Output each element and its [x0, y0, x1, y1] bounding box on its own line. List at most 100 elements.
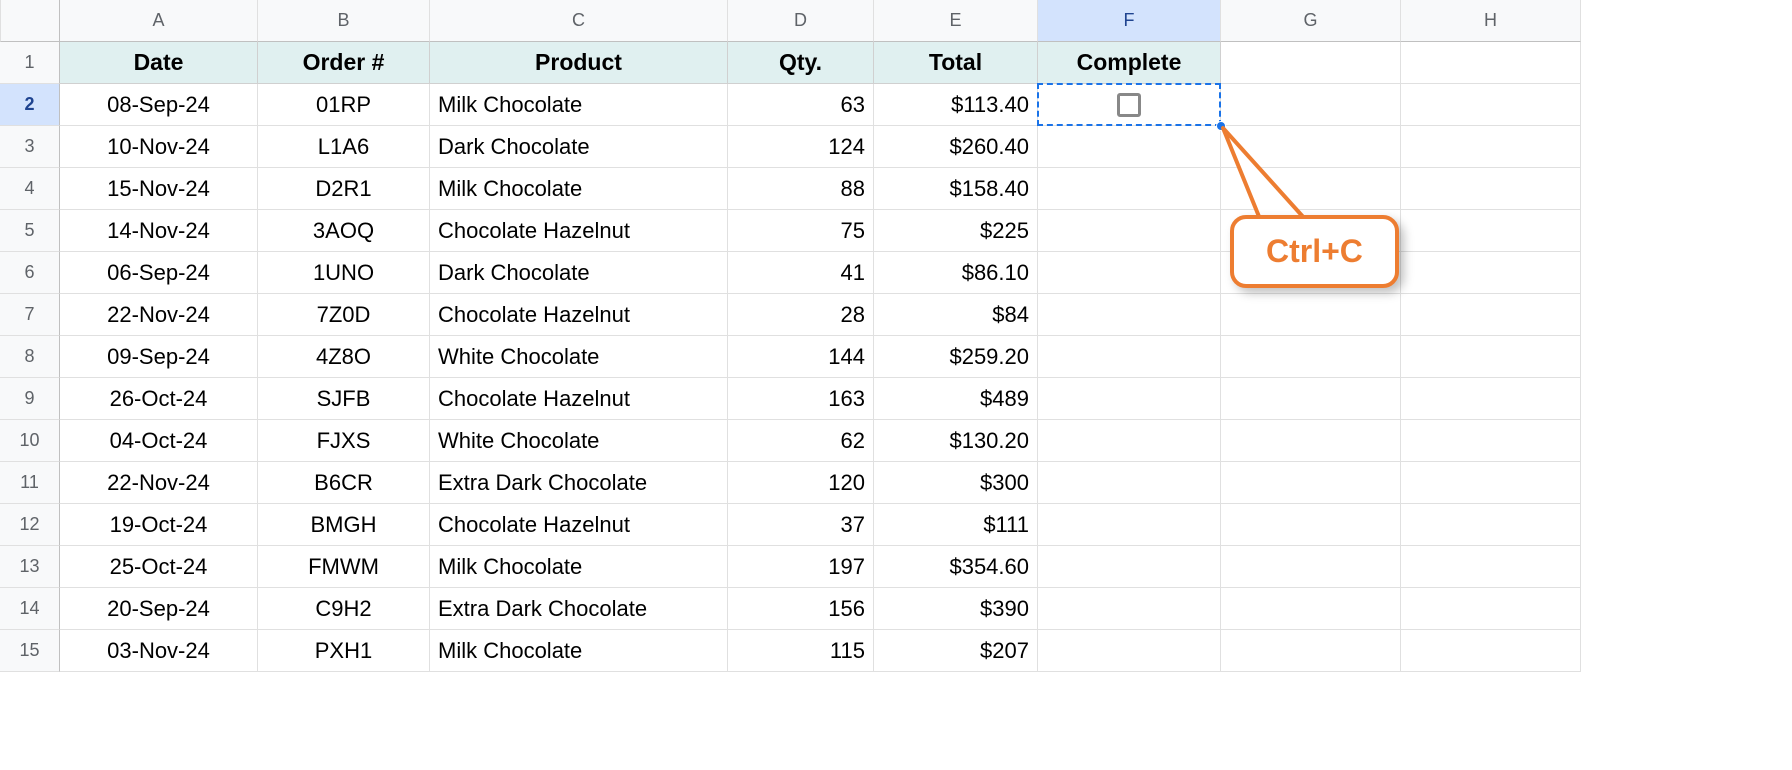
- column-header-H[interactable]: H: [1401, 0, 1581, 42]
- cell-B4[interactable]: D2R1: [258, 168, 430, 210]
- cell-H6[interactable]: [1401, 252, 1581, 294]
- cell-A15[interactable]: 03-Nov-24: [60, 630, 258, 672]
- cell-C5[interactable]: Chocolate Hazelnut: [430, 210, 728, 252]
- cell-G3[interactable]: [1221, 126, 1401, 168]
- cell-E15[interactable]: $207: [874, 630, 1038, 672]
- cell-F13[interactable]: [1038, 546, 1221, 588]
- cell-C1[interactable]: Product: [430, 42, 728, 84]
- cell-B11[interactable]: B6CR: [258, 462, 430, 504]
- cell-C10[interactable]: White Chocolate: [430, 420, 728, 462]
- cell-H10[interactable]: [1401, 420, 1581, 462]
- cell-A6[interactable]: 06-Sep-24: [60, 252, 258, 294]
- cell-E9[interactable]: $489: [874, 378, 1038, 420]
- cell-H5[interactable]: [1401, 210, 1581, 252]
- cell-D14[interactable]: 156: [728, 588, 874, 630]
- cell-B14[interactable]: C9H2: [258, 588, 430, 630]
- cell-B13[interactable]: FMWM: [258, 546, 430, 588]
- row-header-7[interactable]: 7: [0, 294, 60, 336]
- cell-A4[interactable]: 15-Nov-24: [60, 168, 258, 210]
- row-header-6[interactable]: 6: [0, 252, 60, 294]
- cell-B8[interactable]: 4Z8O: [258, 336, 430, 378]
- cell-B12[interactable]: BMGH: [258, 504, 430, 546]
- cell-D12[interactable]: 37: [728, 504, 874, 546]
- cell-E12[interactable]: $111: [874, 504, 1038, 546]
- cell-G4[interactable]: [1221, 168, 1401, 210]
- cell-A14[interactable]: 20-Sep-24: [60, 588, 258, 630]
- cell-E13[interactable]: $354.60: [874, 546, 1038, 588]
- cell-D13[interactable]: 197: [728, 546, 874, 588]
- cell-E6[interactable]: $86.10: [874, 252, 1038, 294]
- cell-D2[interactable]: 63: [728, 84, 874, 126]
- cell-F10[interactable]: [1038, 420, 1221, 462]
- cell-A2[interactable]: 08-Sep-24: [60, 84, 258, 126]
- cell-H13[interactable]: [1401, 546, 1581, 588]
- cell-D4[interactable]: 88: [728, 168, 874, 210]
- cell-H3[interactable]: [1401, 126, 1581, 168]
- cell-D15[interactable]: 115: [728, 630, 874, 672]
- cell-F8[interactable]: [1038, 336, 1221, 378]
- cell-B6[interactable]: 1UNO: [258, 252, 430, 294]
- cell-C7[interactable]: Chocolate Hazelnut: [430, 294, 728, 336]
- cell-G15[interactable]: [1221, 630, 1401, 672]
- cell-B3[interactable]: L1A6: [258, 126, 430, 168]
- row-header-12[interactable]: 12: [0, 504, 60, 546]
- cell-H15[interactable]: [1401, 630, 1581, 672]
- cell-C9[interactable]: Chocolate Hazelnut: [430, 378, 728, 420]
- cell-G9[interactable]: [1221, 378, 1401, 420]
- cell-G1[interactable]: [1221, 42, 1401, 84]
- row-header-1[interactable]: 1: [0, 42, 60, 84]
- cell-C15[interactable]: Milk Chocolate: [430, 630, 728, 672]
- cell-D9[interactable]: 163: [728, 378, 874, 420]
- cell-E11[interactable]: $300: [874, 462, 1038, 504]
- row-header-9[interactable]: 9: [0, 378, 60, 420]
- column-header-B[interactable]: B: [258, 0, 430, 42]
- cell-B7[interactable]: 7Z0D: [258, 294, 430, 336]
- cell-E7[interactable]: $84: [874, 294, 1038, 336]
- cell-H14[interactable]: [1401, 588, 1581, 630]
- cell-C3[interactable]: Dark Chocolate: [430, 126, 728, 168]
- cell-D1[interactable]: Qty.: [728, 42, 874, 84]
- cell-F2[interactable]: [1038, 84, 1221, 126]
- cell-H11[interactable]: [1401, 462, 1581, 504]
- cell-G13[interactable]: [1221, 546, 1401, 588]
- cell-A11[interactable]: 22-Nov-24: [60, 462, 258, 504]
- cell-D11[interactable]: 120: [728, 462, 874, 504]
- cell-G7[interactable]: [1221, 294, 1401, 336]
- cell-H12[interactable]: [1401, 504, 1581, 546]
- cell-H1[interactable]: [1401, 42, 1581, 84]
- cell-A12[interactable]: 19-Oct-24: [60, 504, 258, 546]
- cell-D8[interactable]: 144: [728, 336, 874, 378]
- cell-A13[interactable]: 25-Oct-24: [60, 546, 258, 588]
- column-header-F[interactable]: F: [1038, 0, 1221, 42]
- cell-C8[interactable]: White Chocolate: [430, 336, 728, 378]
- cell-H9[interactable]: [1401, 378, 1581, 420]
- cell-B15[interactable]: PXH1: [258, 630, 430, 672]
- cell-F11[interactable]: [1038, 462, 1221, 504]
- cell-C11[interactable]: Extra Dark Chocolate: [430, 462, 728, 504]
- cell-A8[interactable]: 09-Sep-24: [60, 336, 258, 378]
- column-header-D[interactable]: D: [728, 0, 874, 42]
- row-header-5[interactable]: 5: [0, 210, 60, 252]
- cell-C6[interactable]: Dark Chocolate: [430, 252, 728, 294]
- cell-B2[interactable]: 01RP: [258, 84, 430, 126]
- cell-E2[interactable]: $113.40: [874, 84, 1038, 126]
- cell-C4[interactable]: Milk Chocolate: [430, 168, 728, 210]
- cell-C12[interactable]: Chocolate Hazelnut: [430, 504, 728, 546]
- row-header-2[interactable]: 2: [0, 84, 60, 126]
- row-header-11[interactable]: 11: [0, 462, 60, 504]
- cell-E8[interactable]: $259.20: [874, 336, 1038, 378]
- cell-G10[interactable]: [1221, 420, 1401, 462]
- row-header-13[interactable]: 13: [0, 546, 60, 588]
- cell-B1[interactable]: Order #: [258, 42, 430, 84]
- cell-F9[interactable]: [1038, 378, 1221, 420]
- row-header-14[interactable]: 14: [0, 588, 60, 630]
- cell-C13[interactable]: Milk Chocolate: [430, 546, 728, 588]
- row-header-8[interactable]: 8: [0, 336, 60, 378]
- cell-A9[interactable]: 26-Oct-24: [60, 378, 258, 420]
- row-header-10[interactable]: 10: [0, 420, 60, 462]
- cell-F1[interactable]: Complete: [1038, 42, 1221, 84]
- cell-G8[interactable]: [1221, 336, 1401, 378]
- cell-E14[interactable]: $390: [874, 588, 1038, 630]
- row-header-3[interactable]: 3: [0, 126, 60, 168]
- cell-D7[interactable]: 28: [728, 294, 874, 336]
